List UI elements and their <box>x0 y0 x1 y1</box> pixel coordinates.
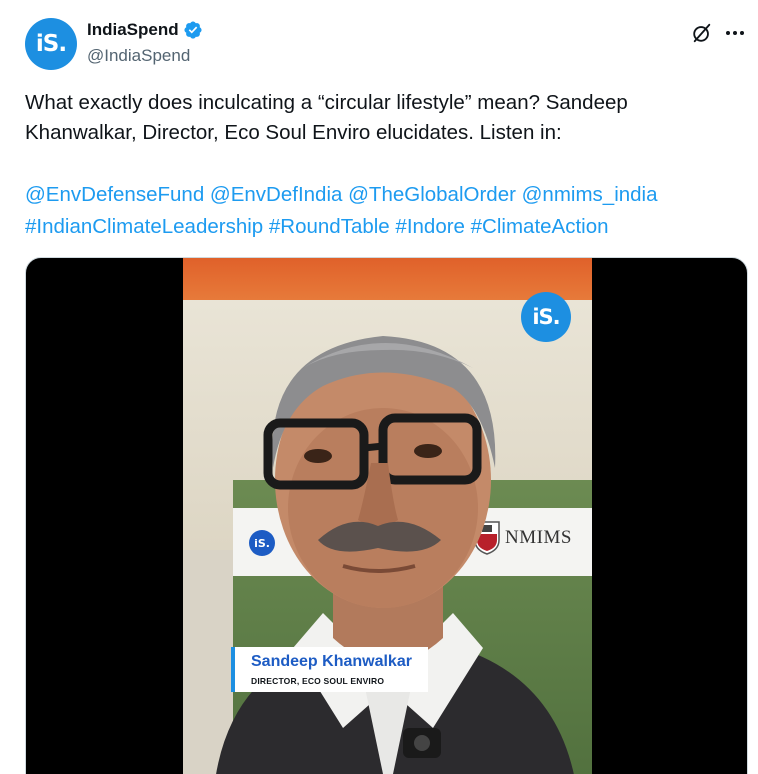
hashtag-link[interactable]: #Indore <box>395 215 465 238</box>
hashtag-link[interactable]: #RoundTable <box>269 215 390 238</box>
mention-link[interactable]: @TheGlobalOrder <box>348 183 516 206</box>
video-player[interactable]: iS. NMIMS iS. Sandeep Khanwalkar DIRECTO… <box>25 257 748 774</box>
author-name-row: IndiaSpend <box>87 20 203 40</box>
video-frame[interactable]: iS. NMIMS iS. Sandeep Khanwalkar DIRECTO… <box>183 258 592 774</box>
speaker-name: Sandeep Khanwalkar <box>231 647 428 674</box>
mention-link[interactable]: @nmims_india <box>522 183 658 206</box>
hashtag-link[interactable]: #IndianClimateLeadership <box>25 215 263 238</box>
more-options-icon[interactable] <box>723 22 747 44</box>
author-avatar[interactable]: iS. <box>25 18 77 70</box>
author-handle[interactable]: @IndiaSpend <box>87 46 190 66</box>
mention-link[interactable]: @EnvDefenseFund <box>25 183 204 206</box>
hashtag-link[interactable]: #ClimateAction <box>471 215 609 238</box>
author-display-name[interactable]: IndiaSpend <box>87 20 179 40</box>
mention-link[interactable]: @EnvDefIndia <box>210 183 343 206</box>
lower-third: Sandeep Khanwalkar DIRECTOR, ECO SOUL EN… <box>231 647 428 692</box>
speaker-title: DIRECTOR, ECO SOUL ENVIRO <box>231 674 428 692</box>
indiaspend-logo: iS. <box>521 292 571 342</box>
tweet-text: What exactly does inculcating a “circula… <box>25 91 628 144</box>
grok-icon[interactable] <box>691 22 713 44</box>
verified-badge-icon <box>184 21 202 39</box>
tweet-links: @EnvDefenseFund @EnvDefIndia @TheGlobalO… <box>25 179 740 243</box>
avatar-text: iS. <box>35 31 67 57</box>
